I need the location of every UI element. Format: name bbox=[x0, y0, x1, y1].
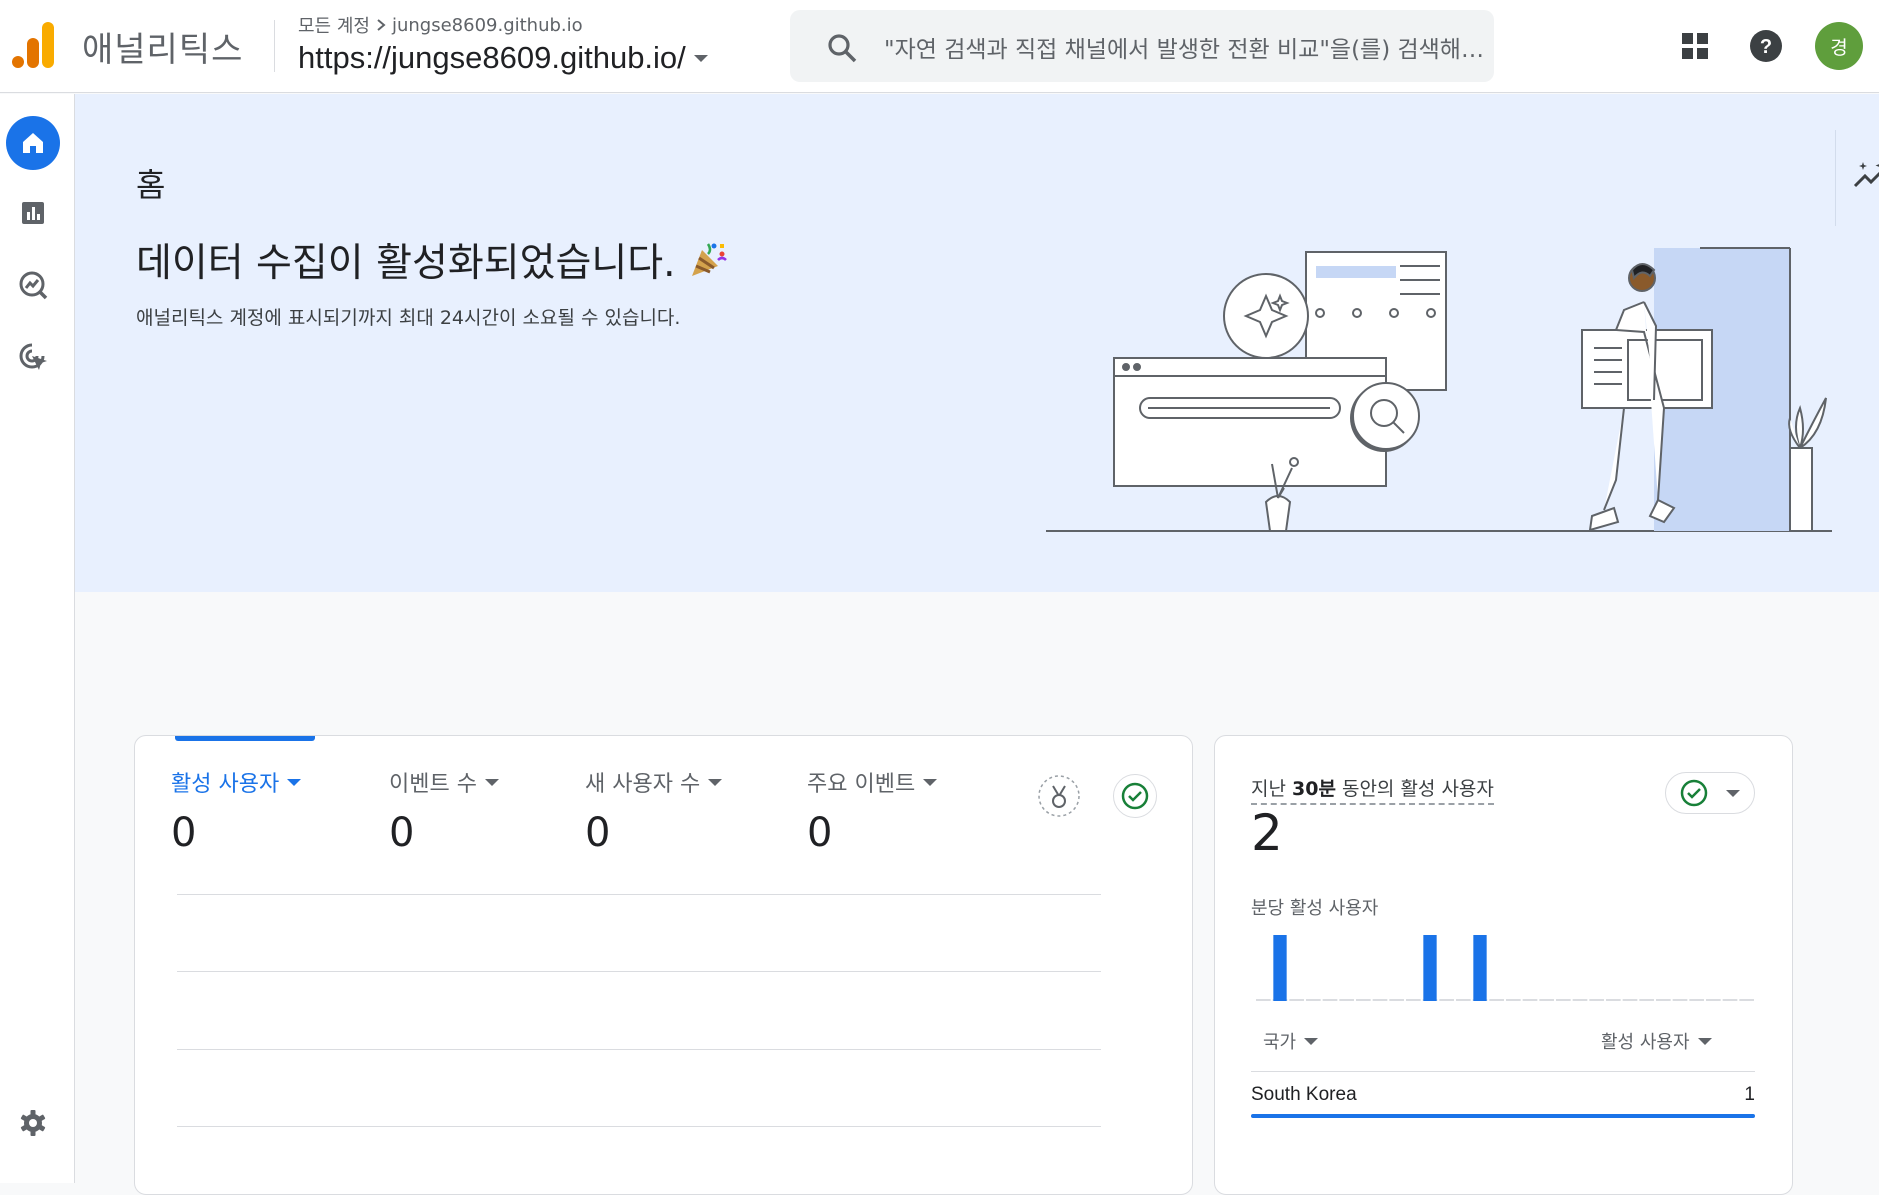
active-tab-indicator bbox=[175, 736, 315, 741]
realtime-subtitle: 분당 활성 사용자 bbox=[1251, 898, 1379, 919]
caret-down-icon bbox=[1726, 789, 1740, 797]
headline: 데이터 수집이 활성화되었습니다. bbox=[136, 232, 728, 288]
divider bbox=[1835, 130, 1836, 226]
metric-key-events[interactable]: 주요 이벤트 0 bbox=[807, 766, 938, 856]
column-header-active-users[interactable]: 활성 사용자 bbox=[1601, 1028, 1712, 1054]
realtime-value: 2 bbox=[1251, 804, 1283, 862]
nav-admin[interactable] bbox=[6, 1096, 60, 1150]
home-icon bbox=[23, 133, 43, 153]
chart-bar[interactable] bbox=[1423, 935, 1437, 1001]
realtime-card: 지난 30분 동안의 활성 사용자 2 분당 활성 사용자 국가 활성 사용자 … bbox=[1214, 735, 1793, 1195]
chevron-right-icon bbox=[377, 19, 386, 31]
caret-down-icon bbox=[1304, 1037, 1319, 1045]
table-row-country: South Korea bbox=[1251, 1084, 1357, 1105]
metric-new-users[interactable]: 새 사용자 수 0 bbox=[585, 766, 723, 856]
search-placeholder[interactable]: "자연 검색과 직접 채널에서 발생한 전환 비교"을(를) 검색해 보세요 bbox=[884, 30, 1484, 64]
property-selector[interactable]: https://jungse8609.github.io/ bbox=[298, 40, 708, 76]
explore-icon bbox=[19, 271, 48, 300]
analytics-logo[interactable] bbox=[12, 22, 56, 68]
nav-explore[interactable] bbox=[6, 258, 60, 312]
hero-subtitle: 애널리틱스 계정에 표시되기까지 최대 24시간이 소요될 수 있습니다. bbox=[136, 307, 681, 329]
headline-text: 데이터 수집이 활성화되었습니다. bbox=[136, 241, 676, 286]
target-icon bbox=[19, 343, 47, 370]
side-navigation bbox=[0, 94, 75, 1183]
metric-active-users[interactable]: 활성 사용자 0 bbox=[171, 766, 302, 856]
caret-down-icon bbox=[484, 778, 499, 786]
breadcrumb[interactable]: 모든 계정 jungse8609.github.io bbox=[298, 12, 583, 38]
metric-label[interactable]: 주요 이벤트 bbox=[807, 766, 938, 798]
party-popper-icon bbox=[691, 243, 727, 276]
gear-icon bbox=[20, 1110, 46, 1136]
check-circle-icon bbox=[1680, 779, 1708, 807]
metric-value: 0 bbox=[389, 810, 415, 856]
medal-icon[interactable] bbox=[1037, 774, 1081, 818]
metric-label[interactable]: 이벤트 수 bbox=[389, 766, 499, 798]
breadcrumb-account[interactable]: 모든 계정 bbox=[298, 12, 370, 38]
metric-value: 0 bbox=[585, 810, 611, 856]
caret-down-icon bbox=[287, 778, 302, 786]
nav-home[interactable] bbox=[6, 116, 60, 170]
per-minute-bar-chart bbox=[1256, 935, 1754, 1001]
metric-label[interactable]: 새 사용자 수 bbox=[585, 766, 723, 798]
caret-down-icon bbox=[708, 778, 723, 786]
breadcrumb-property[interactable]: jungse8609.github.io bbox=[392, 15, 583, 36]
bar-chart-icon bbox=[22, 202, 44, 224]
account-avatar[interactable]: 경 bbox=[1815, 22, 1863, 70]
metric-value: 0 bbox=[807, 810, 833, 856]
nav-reports[interactable] bbox=[6, 186, 60, 240]
search-bar[interactable]: "자연 검색과 직접 채널에서 발생한 전환 비교"을(를) 검색해 보세요 bbox=[790, 10, 1494, 82]
caret-down-icon bbox=[1697, 1037, 1712, 1045]
table-divider bbox=[1251, 1071, 1755, 1072]
caret-down-icon bbox=[693, 54, 708, 62]
insights-icon[interactable] bbox=[1851, 156, 1879, 196]
search-icon bbox=[828, 34, 857, 63]
metric-event-count[interactable]: 이벤트 수 0 bbox=[389, 766, 499, 856]
property-name: https://jungse8609.github.io/ bbox=[298, 40, 686, 75]
metric-value: 0 bbox=[171, 810, 197, 856]
svg-text:?: ? bbox=[1760, 36, 1772, 58]
overview-card: 활성 사용자 0 이벤트 수 0 새 사용자 수 0 주요 이벤트 0 bbox=[134, 735, 1193, 1195]
chart-gridline bbox=[177, 1126, 1101, 1127]
divider bbox=[274, 20, 275, 72]
chart-bar[interactable] bbox=[1473, 935, 1487, 1001]
realtime-status-chip[interactable] bbox=[1665, 772, 1755, 814]
nav-advertising[interactable] bbox=[6, 330, 60, 384]
chart-gridline bbox=[177, 894, 1101, 895]
hero-illustration bbox=[1046, 247, 1832, 532]
metric-label[interactable]: 활성 사용자 bbox=[171, 766, 302, 798]
top-app-bar: 애널리틱스 모든 계정 jungse8609.github.io https:/… bbox=[0, 0, 1879, 93]
column-header-country[interactable]: 국가 bbox=[1263, 1028, 1319, 1054]
realtime-title[interactable]: 지난 30분 동안의 활성 사용자 bbox=[1251, 774, 1494, 805]
apps-icon[interactable] bbox=[1675, 26, 1715, 66]
chart-gridline bbox=[177, 971, 1101, 972]
app-name: 애널리틱스 bbox=[82, 30, 244, 70]
chart-gridline bbox=[177, 1049, 1101, 1050]
page-title: 홈 bbox=[136, 166, 166, 204]
chart-bar[interactable] bbox=[1273, 935, 1287, 1001]
table-row-value: 1 bbox=[1744, 1084, 1755, 1105]
help-icon[interactable]: ? bbox=[1746, 26, 1786, 66]
table-row-bar bbox=[1251, 1114, 1755, 1118]
check-status-icon[interactable] bbox=[1113, 774, 1157, 818]
caret-down-icon bbox=[923, 778, 938, 786]
